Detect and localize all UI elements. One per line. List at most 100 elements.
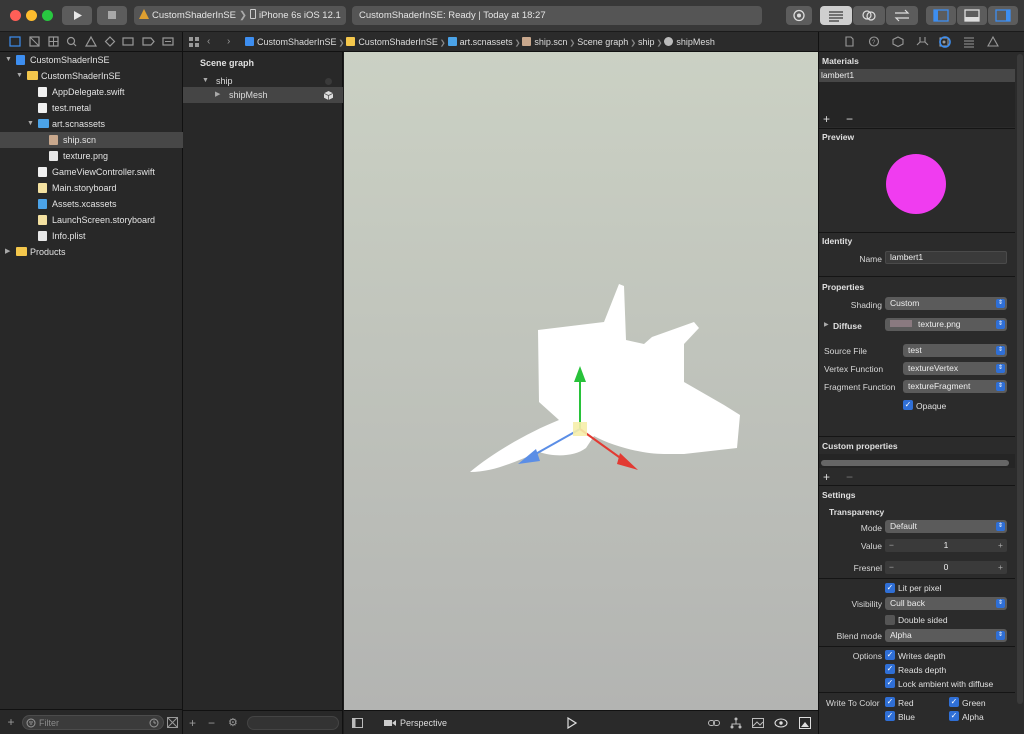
disclosure-closed-icon[interactable]: ▶ [5,244,13,260]
stop-button[interactable] [97,6,127,25]
increment-icon[interactable]: + [998,561,1003,574]
library-button[interactable] [786,6,812,25]
filter-field[interactable]: Filter [22,715,164,730]
file-tree-row[interactable]: ▼ CustomShaderInSE [0,52,183,68]
lit-per-pixel-checkbox[interactable]: ✓ [885,583,895,593]
add-node-icon[interactable]: + [189,716,196,730]
lock-ambient-checkbox[interactable]: ✓ [885,678,895,688]
blue-checkbox[interactable]: ✓ [885,711,895,721]
environment-icon[interactable] [799,717,811,729]
play-scene-icon[interactable] [567,717,577,729]
assistant-editor-button[interactable] [853,6,885,25]
red-checkbox[interactable]: ✓ [885,697,895,707]
horizontal-scrollbar[interactable] [821,460,1009,466]
symbol-tab-icon[interactable] [48,36,59,47]
remove-node-icon[interactable]: − [208,716,215,730]
find-tab-icon[interactable] [66,36,77,47]
fresnel-stepper[interactable]: − 0 + [885,561,1007,574]
material-list-item[interactable]: lambert1 [819,69,1015,82]
breadcrumb-item[interactable]: CustomShaderInSE [257,37,337,47]
standard-editor-button[interactable] [820,6,852,25]
link-icon[interactable] [708,718,720,728]
scene-node-shipmesh[interactable]: ▶ shipMesh [183,87,343,103]
source-file-popup[interactable]: test ⇕ [903,344,1007,357]
toggle-scene-graph-icon[interactable] [352,718,363,728]
node-inspector-icon[interactable] [892,36,904,48]
disclosure-open-icon[interactable]: ▼ [16,68,24,84]
report-tab-icon[interactable] [162,37,174,46]
source-control-tab-icon[interactable] [29,36,40,47]
effects-inspector-icon[interactable] [987,35,999,47]
scheme-selector[interactable]: CustomShaderInSE ❯ iPhone 6s iOS 12.1 [134,6,346,25]
scene-inspector-icon[interactable] [964,37,974,48]
add-property-icon[interactable]: + [823,470,830,484]
forward-icon[interactable]: › [227,32,230,52]
help-inspector-icon[interactable]: ? [868,36,880,47]
toggle-navigator-button[interactable] [926,6,956,25]
file-tree-row[interactable]: ship.scn [0,132,183,148]
test-tab-icon[interactable] [104,36,116,47]
increment-icon[interactable]: + [998,539,1003,552]
disclosure-open-icon[interactable]: ▼ [27,116,35,132]
diffuse-popup[interactable]: texture.png ⇕ [885,318,1007,331]
file-tree-row[interactable]: texture.png [0,148,183,164]
breadcrumb-item[interactable]: shipMesh [676,37,715,47]
folder-tab-icon[interactable] [9,36,21,47]
toggle-debug-button[interactable] [957,6,987,25]
visibility-popup[interactable]: Cull back ⇕ [885,597,1007,610]
breadcrumb-item[interactable]: ship.scn [534,37,567,47]
attributes-inspector-icon[interactable] [916,37,929,46]
related-items-icon[interactable] [189,37,199,47]
disclosure-closed-icon[interactable]: ▶ [824,321,829,328]
transparency-mode-popup[interactable]: Default ⇕ [885,520,1007,533]
green-checkbox[interactable]: ✓ [949,697,959,707]
file-tree-row[interactable]: ▼ CustomShaderInSE [0,68,183,84]
gear-icon[interactable]: ⚙ [228,716,238,729]
camera-selector[interactable]: Perspective [400,711,447,734]
file-tree-row[interactable]: AppDelegate.swift [0,84,183,100]
opaque-checkbox[interactable]: ✓ [903,400,913,410]
issue-tab-icon[interactable] [84,35,98,47]
shading-popup[interactable]: Custom ⇕ [885,297,1007,310]
transparency-value-stepper[interactable]: − 1 + [885,539,1007,552]
file-tree-row[interactable]: LaunchScreen.storyboard [0,212,183,228]
blend-mode-popup[interactable]: Alpha ⇕ [885,629,1007,642]
writes-depth-checkbox[interactable]: ✓ [885,650,895,660]
scene-viewport[interactable] [344,52,818,710]
hierarchy-icon[interactable] [730,717,742,729]
close-window-button[interactable] [10,10,21,21]
file-tree-row[interactable]: ▶ Products [0,244,183,260]
debug-tab-icon[interactable] [122,37,134,46]
decrement-icon[interactable]: − [889,539,894,552]
breadcrumb-item[interactable]: ship [638,37,655,47]
material-name-field[interactable]: lambert1 [885,251,1007,264]
file-tree-row[interactable]: test.metal [0,100,183,116]
eye-icon[interactable] [774,718,788,728]
toggle-inspector-button[interactable] [988,6,1018,25]
run-button[interactable] [62,6,92,25]
file-tree-row[interactable]: Info.plist [0,228,183,244]
alpha-checkbox[interactable]: ✓ [949,711,959,721]
file-inspector-icon[interactable] [845,36,854,47]
file-tree-row[interactable]: Assets.xcassets [0,196,183,212]
disclosure-closed-icon[interactable]: ▶ [215,87,223,103]
file-tree-row[interactable]: Main.storyboard [0,180,183,196]
inspector-scrollbar[interactable] [1017,54,1023,704]
vertex-function-popup[interactable]: textureVertex ⇕ [903,362,1007,375]
breakpoint-tab-icon[interactable] [142,37,155,46]
zoom-window-button[interactable] [42,10,53,21]
file-tree-row[interactable]: ▼ art.scnassets [0,116,183,132]
remove-material-icon[interactable]: − [846,112,853,126]
breadcrumb-item[interactable]: art.scnassets [460,37,513,47]
breadcrumb-item[interactable]: CustomShaderInSE [358,37,438,47]
fragment-function-popup[interactable]: textureFragment ⇕ [903,380,1007,393]
back-icon[interactable]: ‹ [207,32,210,52]
scm-filter-icon[interactable] [167,717,178,728]
reads-depth-checkbox[interactable]: ✓ [885,664,895,674]
add-file-icon[interactable]: + [5,715,17,729]
remove-property-icon[interactable]: − [846,470,853,484]
breadcrumb-item[interactable]: Scene graph [577,37,628,47]
recent-files-icon[interactable] [149,718,159,728]
file-tree-row[interactable]: GameViewController.swift [0,164,183,180]
add-material-icon[interactable]: + [823,112,830,126]
